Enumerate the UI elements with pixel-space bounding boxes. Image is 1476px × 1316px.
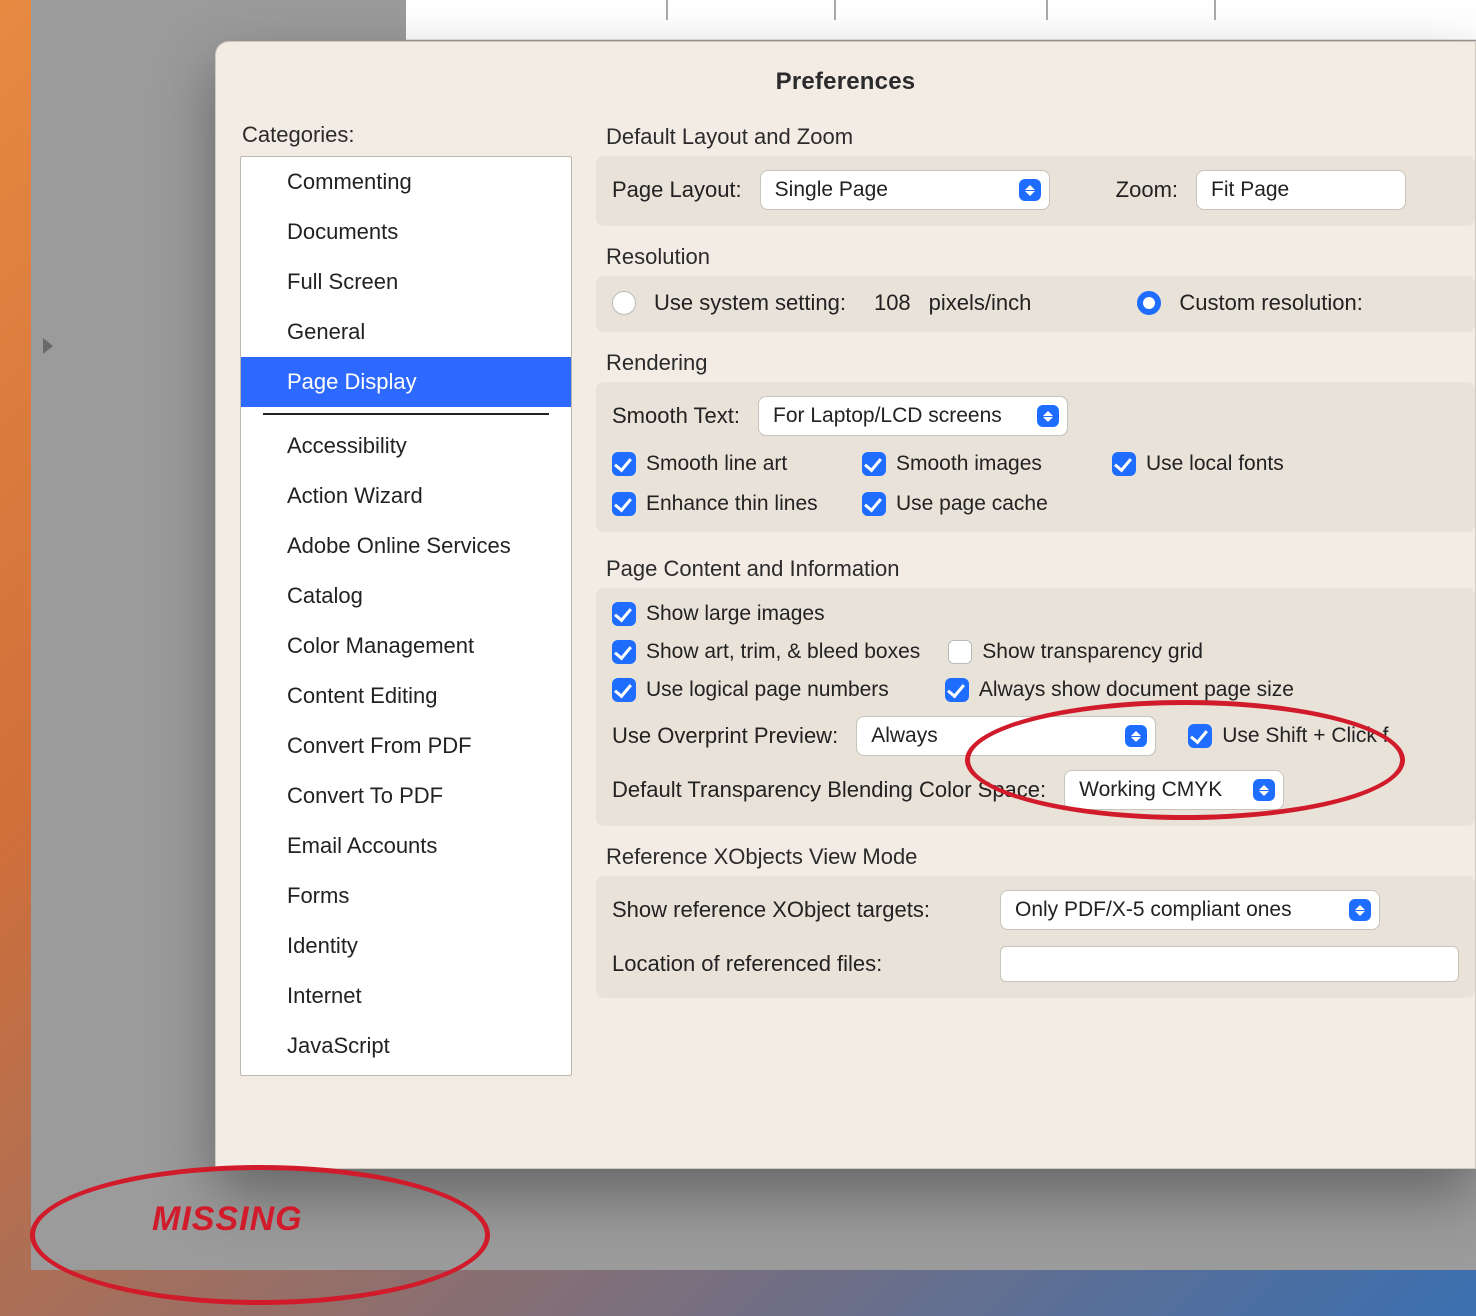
xobject-targets-label: Show reference XObject targets:	[612, 897, 982, 923]
category-adobe-online-services[interactable]: Adobe Online Services	[241, 521, 571, 571]
background-document-strip	[406, 0, 1476, 40]
use-local-fonts-label: Use local fonts	[1146, 452, 1284, 476]
resolution-system-label: Use system setting:	[654, 290, 846, 316]
section-rendering-title: Rendering	[606, 350, 1475, 376]
categories-separator	[263, 413, 549, 415]
updown-caret-icon	[1253, 779, 1275, 801]
panel-resolution: Use system setting: 108 pixels/inch Cust…	[596, 276, 1475, 332]
preferences-main: Default Layout and Zoom Page Layout: Sin…	[596, 118, 1475, 1168]
overprint-preview-label: Use Overprint Preview:	[612, 723, 838, 749]
show-large-images-label: Show large images	[646, 602, 825, 626]
blend-space-label: Default Transparency Blending Color Spac…	[612, 777, 1046, 803]
category-convert-to-pdf[interactable]: Convert To PDF	[241, 771, 571, 821]
category-catalog[interactable]: Catalog	[241, 571, 571, 621]
xobject-targets-value: Only PDF/X-5 compliant ones	[1015, 898, 1292, 922]
updown-caret-icon	[1037, 405, 1059, 427]
categories-label: Categories:	[242, 122, 572, 148]
category-page-display[interactable]: Page Display	[241, 357, 571, 407]
overprint-preview-value: Always	[871, 724, 938, 748]
resolution-custom-label: Custom resolution:	[1179, 290, 1362, 316]
resolution-system-units: pixels/inch	[929, 290, 1032, 316]
smooth-images-checkbox[interactable]	[862, 452, 886, 476]
updown-caret-icon	[1349, 899, 1371, 921]
shift-click-checkbox[interactable]	[1188, 724, 1212, 748]
panel-layout-zoom: Page Layout: Single Page Zoom: Fit Page	[596, 156, 1475, 226]
dialog-title: Preferences	[216, 42, 1475, 118]
shift-click-label: Use Shift + Click f	[1222, 724, 1388, 748]
resolution-system-value: 108	[874, 290, 911, 316]
category-commenting[interactable]: Commenting	[241, 157, 571, 207]
category-internet[interactable]: Internet	[241, 971, 571, 1021]
enhance-thin-lines-checkbox[interactable]	[612, 492, 636, 516]
smooth-images-label: Smooth images	[896, 452, 1042, 476]
category-content-editing[interactable]: Content Editing	[241, 671, 571, 721]
page-layout-value: Single Page	[775, 178, 888, 202]
resolution-custom-radio[interactable]	[1137, 291, 1161, 315]
xobject-location-label: Location of referenced files:	[612, 951, 982, 977]
overprint-preview-select[interactable]: Always	[856, 716, 1156, 756]
updown-caret-icon	[1125, 725, 1147, 747]
panel-xobjects: Show reference XObject targets: Only PDF…	[596, 876, 1475, 998]
panel-page-content: Show large images Show art, trim, & blee…	[596, 588, 1475, 826]
smooth-text-select[interactable]: For Laptop/LCD screens	[758, 396, 1068, 436]
show-large-images-checkbox[interactable]	[612, 602, 636, 626]
show-transparency-grid-checkbox[interactable]	[948, 640, 972, 664]
blend-space-select[interactable]: Working CMYK	[1064, 770, 1284, 810]
use-local-fonts-checkbox[interactable]	[1112, 452, 1136, 476]
category-forms[interactable]: Forms	[241, 871, 571, 921]
use-logical-page-numbers-label: Use logical page numbers	[646, 678, 889, 702]
zoom-value: Fit Page	[1211, 178, 1289, 202]
smooth-line-art-checkbox[interactable]	[612, 452, 636, 476]
show-boxes-label: Show art, trim, & bleed boxes	[646, 640, 920, 664]
smooth-line-art-label: Smooth line art	[646, 452, 787, 476]
category-documents[interactable]: Documents	[241, 207, 571, 257]
smooth-text-label: Smooth Text:	[612, 403, 740, 429]
section-page-content-title: Page Content and Information	[606, 556, 1475, 582]
category-accessibility[interactable]: Accessibility	[241, 421, 571, 471]
category-action-wizard[interactable]: Action Wizard	[241, 471, 571, 521]
category-color-management[interactable]: Color Management	[241, 621, 571, 671]
show-transparency-grid-label: Show transparency grid	[982, 640, 1203, 664]
zoom-label: Zoom:	[1116, 177, 1178, 203]
panel-rendering: Smooth Text: For Laptop/LCD screens Smoo…	[596, 382, 1475, 532]
section-xobjects-title: Reference XObjects View Mode	[606, 844, 1475, 870]
use-page-cache-label: Use page cache	[896, 492, 1048, 516]
sidebar-disclosure-triangle-icon[interactable]	[43, 338, 53, 354]
preferences-dialog: Preferences Categories: Commenting Docum…	[215, 41, 1476, 1169]
updown-caret-icon	[1019, 179, 1041, 201]
category-full-screen[interactable]: Full Screen	[241, 257, 571, 307]
use-page-cache-checkbox[interactable]	[862, 492, 886, 516]
resolution-system-radio[interactable]	[612, 291, 636, 315]
category-convert-from-pdf[interactable]: Convert From PDF	[241, 721, 571, 771]
show-boxes-checkbox[interactable]	[612, 640, 636, 664]
smooth-text-value: For Laptop/LCD screens	[773, 404, 1002, 428]
category-javascript[interactable]: JavaScript	[241, 1021, 571, 1071]
category-email-accounts[interactable]: Email Accounts	[241, 821, 571, 871]
category-general[interactable]: General	[241, 307, 571, 357]
enhance-thin-lines-label: Enhance thin lines	[646, 492, 818, 516]
always-show-page-size-checkbox[interactable]	[945, 678, 969, 702]
annotation-missing-label: MISSING	[152, 1200, 303, 1239]
xobject-location-input[interactable]	[1000, 946, 1459, 982]
blend-space-value: Working CMYK	[1079, 778, 1222, 802]
category-identity[interactable]: Identity	[241, 921, 571, 971]
use-logical-page-numbers-checkbox[interactable]	[612, 678, 636, 702]
section-resolution-title: Resolution	[606, 244, 1475, 270]
categories-sidebar: Categories: Commenting Documents Full Sc…	[216, 118, 596, 1168]
page-layout-select[interactable]: Single Page	[760, 170, 1050, 210]
page-layout-label: Page Layout:	[612, 177, 742, 203]
xobject-targets-select[interactable]: Only PDF/X-5 compliant ones	[1000, 890, 1380, 930]
categories-list[interactable]: Commenting Documents Full Screen General…	[240, 156, 572, 1076]
section-layout-zoom-title: Default Layout and Zoom	[606, 124, 1475, 150]
always-show-page-size-label: Always show document page size	[979, 678, 1294, 702]
zoom-select[interactable]: Fit Page	[1196, 170, 1406, 210]
